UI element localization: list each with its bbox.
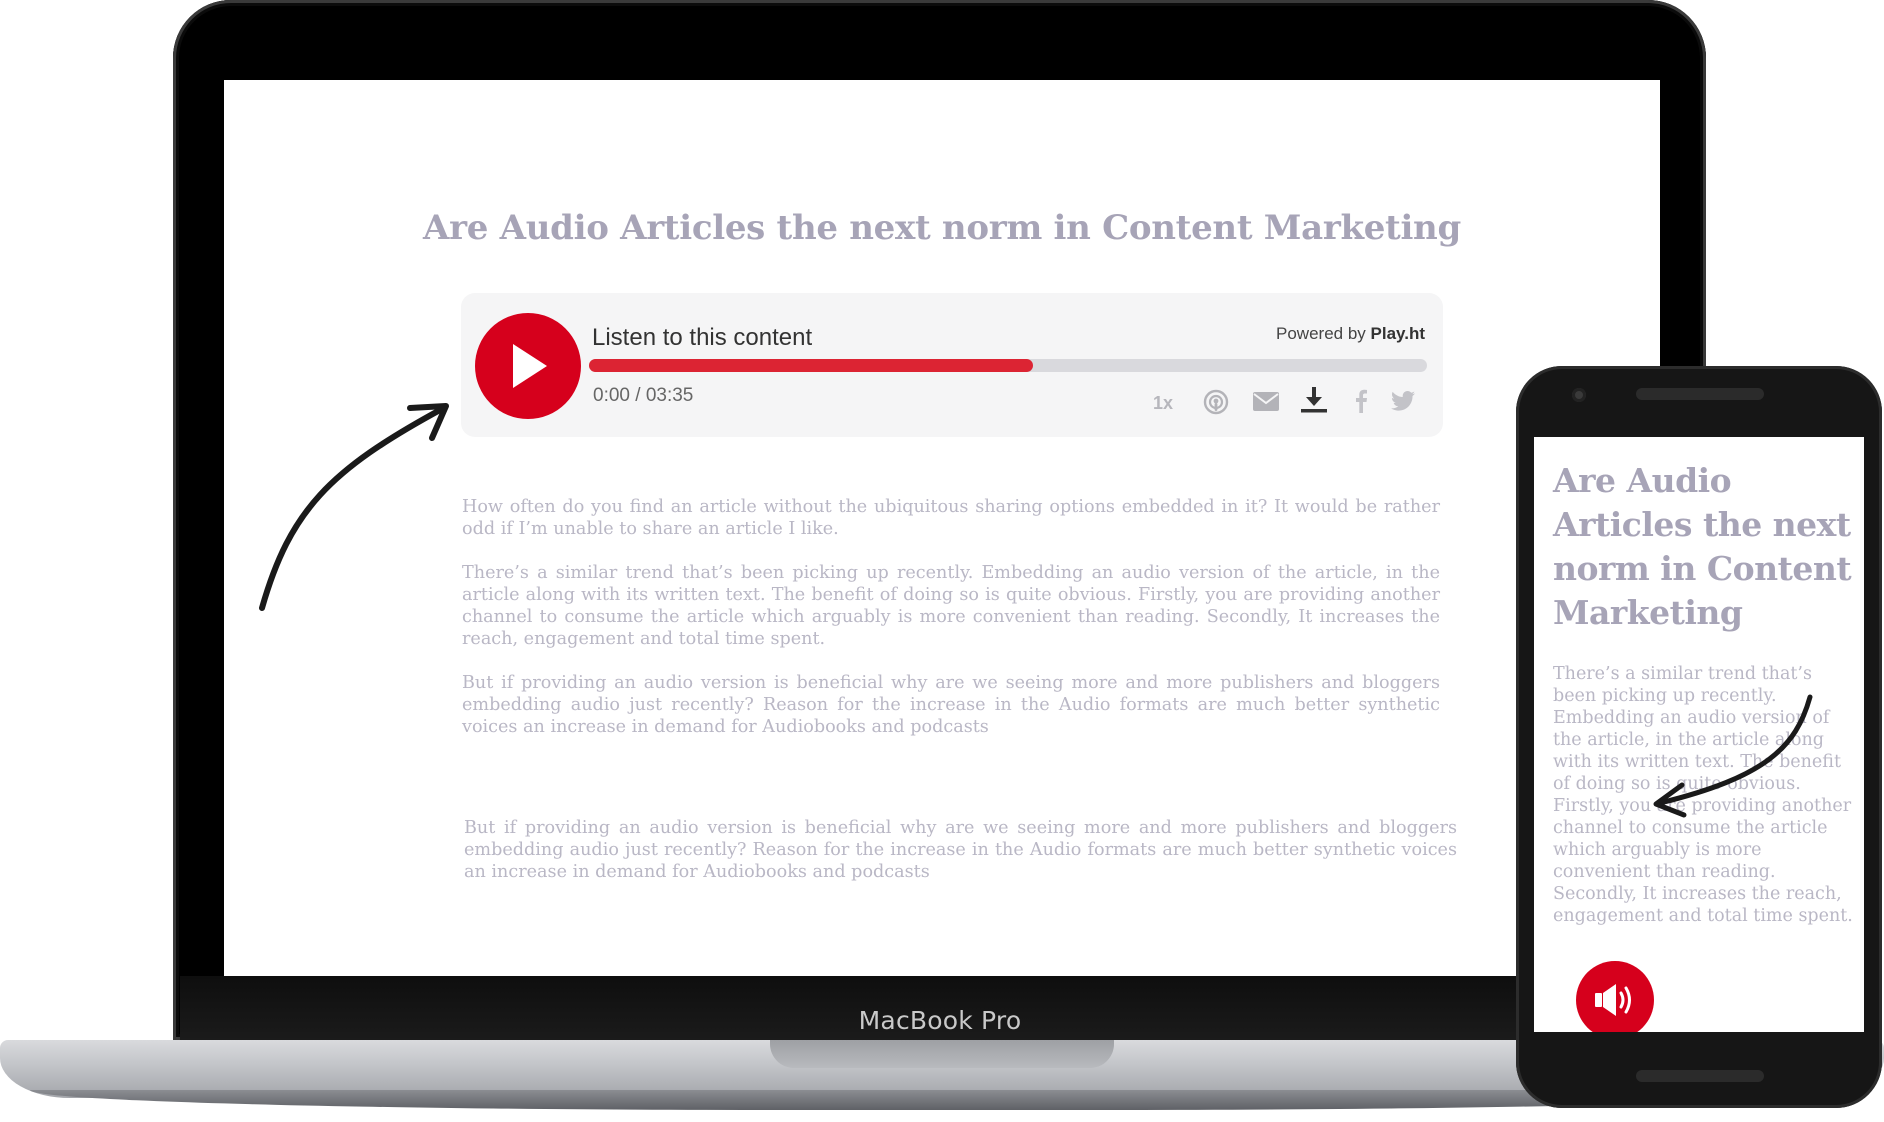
phone-camera (1572, 388, 1586, 402)
progress-fill (589, 359, 1034, 372)
progress-bar[interactable] (589, 359, 1427, 372)
listen-audio-button[interactable] (1576, 961, 1654, 1032)
speaker-icon (1595, 984, 1631, 1016)
powered-by-label: Powered by Play.ht (1249, 324, 1425, 344)
playback-speed-button[interactable]: 1x (1153, 393, 1173, 414)
phone-article-title: Are Audio Articles the next norm in Cont… (1553, 461, 1852, 632)
powered-by-prefix: Powered by (1276, 324, 1371, 343)
listen-label: Listen to this content (592, 324, 813, 351)
audio-player: Listen to this content Powered by Play.h… (461, 293, 1443, 437)
article-paragraph: How often do you find an article without… (462, 497, 1440, 539)
podcast-icon[interactable] (1203, 389, 1229, 415)
phone-screen: Are Audio Articles the next norm in Cont… (1534, 437, 1864, 1032)
article-paragraph: But if providing an audio version is ben… (462, 673, 1440, 737)
phone-earpiece (1636, 388, 1764, 400)
twitter-icon[interactable] (1391, 391, 1415, 411)
phone-article-paragraph: There’s a similar trend that’s been pick… (1553, 664, 1853, 926)
laptop-notch (770, 1040, 1114, 1068)
article-title: Are Audio Articles the next norm in Cont… (423, 208, 1461, 248)
email-icon[interactable] (1253, 392, 1279, 411)
facebook-icon[interactable] (1354, 389, 1368, 413)
powered-by-brand[interactable]: Play.ht (1371, 324, 1425, 343)
article-paragraph: But if providing an audio version is ben… (464, 818, 1457, 882)
laptop-brand-label: MacBook Pro (858, 1006, 1022, 1035)
play-icon (513, 344, 547, 388)
article-paragraph: There’s a similar trend that’s been pick… (462, 563, 1440, 649)
phone-device: Are Audio Articles the next norm in Cont… (1516, 366, 1882, 1108)
phone-bottom-bar (1636, 1070, 1764, 1082)
play-button[interactable] (475, 313, 581, 419)
download-icon[interactable] (1301, 387, 1327, 413)
laptop-screen: Are Audio Articles the next norm in Cont… (224, 80, 1660, 976)
time-readout: 0:00 / 03:35 (593, 385, 694, 406)
